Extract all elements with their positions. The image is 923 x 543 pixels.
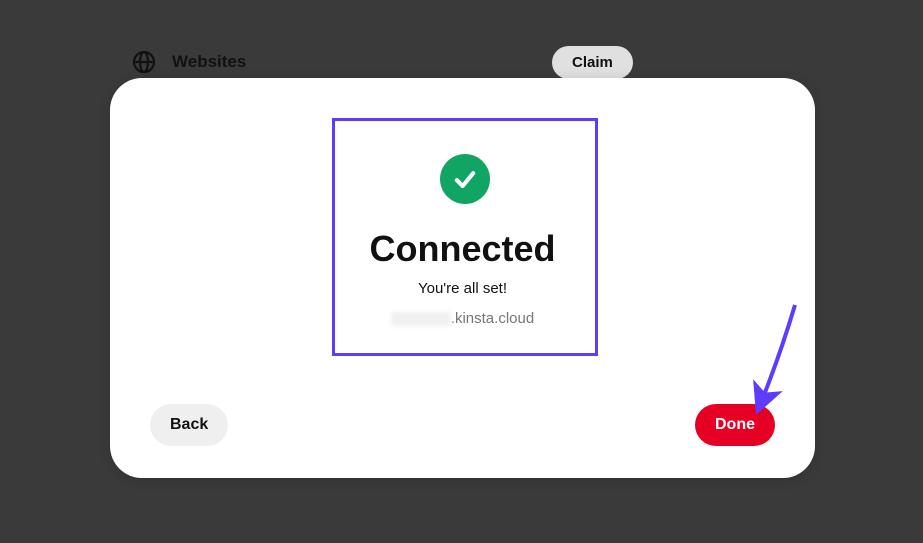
claim-button[interactable]: Claim (552, 46, 633, 79)
modal-subtitle: You're all set! (110, 280, 815, 297)
done-button[interactable]: Done (695, 404, 775, 446)
header-row: Websites Claim (132, 48, 791, 76)
connected-modal: Connected You're all set! .kinsta.cloud … (110, 78, 815, 478)
websites-label: Websites (172, 52, 246, 72)
modal-title: Connected (110, 228, 815, 270)
success-check-icon (440, 154, 490, 204)
connected-domain: .kinsta.cloud (110, 310, 815, 327)
globe-icon (132, 50, 156, 74)
back-button[interactable]: Back (150, 404, 228, 446)
domain-suffix: .kinsta.cloud (451, 310, 534, 327)
domain-redacted-part (391, 312, 451, 326)
